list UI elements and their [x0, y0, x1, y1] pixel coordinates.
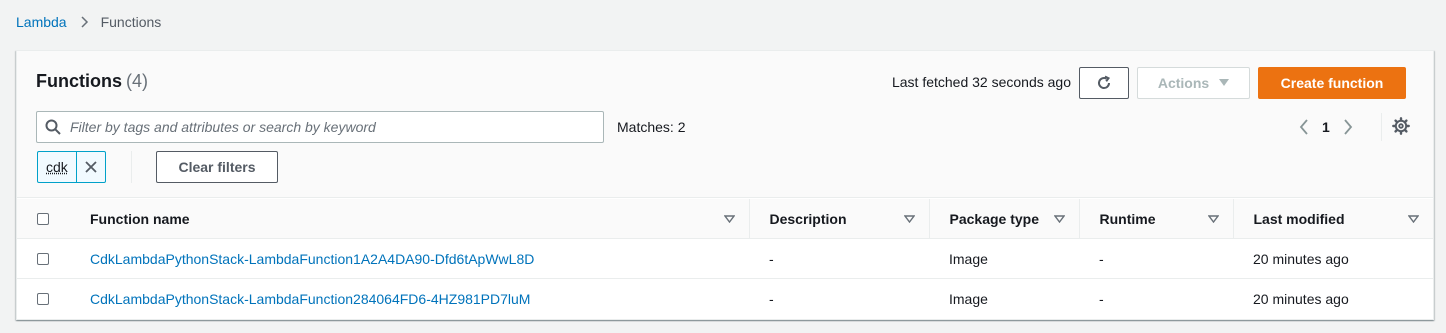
function-name-link[interactable]: CdkLambdaPythonStack-LambdaFunction1A2A4… — [90, 251, 534, 267]
sort-caret-icon — [723, 214, 735, 223]
table-row[interactable]: CdkLambdaPythonStack-LambdaFunction28406… — [17, 279, 1433, 319]
filter-search-box[interactable] — [36, 111, 604, 143]
select-all-cell — [17, 199, 70, 239]
current-page-number[interactable]: 1 — [1322, 119, 1330, 135]
sort-caret-icon — [903, 214, 915, 223]
filter-token: cdk — [37, 151, 106, 183]
column-header-function-name[interactable]: Function name — [70, 199, 750, 239]
create-function-button[interactable]: Create function — [1258, 67, 1406, 99]
refresh-icon — [1096, 75, 1112, 91]
column-header-package-type[interactable]: Package type — [929, 199, 1080, 239]
function-count: (4) — [126, 71, 148, 91]
last-modified-cell: 20 minutes ago — [1233, 238, 1433, 279]
filter-token-label[interactable]: cdk — [38, 152, 77, 182]
breadcrumb-lambda-link[interactable]: Lambda — [16, 14, 67, 30]
column-label: Package type — [949, 210, 1040, 227]
last-fetched-text: Last fetched 32 seconds ago — [891, 74, 1071, 90]
functions-table: Function name Description Package type R… — [17, 199, 1433, 319]
title-text: Functions — [36, 71, 122, 91]
chevron-right-icon — [81, 16, 89, 28]
gear-icon[interactable] — [1392, 117, 1410, 135]
table-header-row: Function name Description Package type R… — [17, 199, 1433, 239]
table-row[interactable]: CdkLambdaPythonStack-LambdaFunction1A2A4… — [17, 238, 1433, 279]
runtime-cell: - — [1099, 290, 1104, 307]
breadcrumb-current: Functions — [100, 14, 162, 30]
description-cell: - — [749, 238, 929, 279]
row-checkbox[interactable] — [37, 252, 49, 265]
column-header-runtime[interactable]: Runtime — [1079, 199, 1234, 239]
runtime-cell: - — [1079, 238, 1233, 279]
divider — [131, 151, 132, 183]
package-type-cell: Image — [949, 290, 988, 307]
previous-page-icon[interactable] — [1299, 119, 1309, 135]
functions-panel: Functions (4) Last fetched 32 seconds ago… — [16, 50, 1434, 320]
column-label: Last modified — [1253, 210, 1345, 227]
panel-header: Functions (4) Last fetched 32 seconds ago… — [17, 51, 1433, 198]
row-checkbox[interactable] — [37, 292, 49, 305]
select-all-checkbox[interactable] — [37, 212, 49, 225]
matches-count: Matches: 2 — [617, 119, 686, 135]
filter-search-input[interactable] — [70, 119, 570, 135]
column-header-description[interactable]: Description — [749, 199, 930, 239]
column-label: Function name — [90, 210, 190, 227]
actions-label: Actions — [1157, 75, 1210, 91]
description-cell: - — [769, 290, 774, 307]
column-label: Description — [769, 210, 847, 227]
sort-caret-icon — [1408, 214, 1419, 223]
caret-down-icon — [1219, 79, 1230, 87]
close-icon[interactable] — [77, 152, 105, 182]
refresh-button[interactable] — [1079, 67, 1129, 99]
next-page-icon[interactable] — [1343, 119, 1353, 135]
clear-filters-button[interactable]: Clear filters — [156, 151, 278, 183]
column-header-last-modified[interactable]: Last modified — [1233, 199, 1433, 239]
breadcrumb: Lambda Functions — [16, 13, 161, 31]
last-modified-cell: 20 minutes ago — [1253, 290, 1349, 307]
pagination: 1 — [1299, 117, 1353, 137]
package-type-cell: Image — [929, 238, 1079, 279]
sort-caret-icon — [1053, 214, 1065, 223]
search-icon — [45, 119, 61, 135]
actions-dropdown-button[interactable]: Actions — [1137, 67, 1250, 99]
column-label: Runtime — [1099, 210, 1156, 227]
function-name-link[interactable]: CdkLambdaPythonStack-LambdaFunction28406… — [90, 291, 530, 307]
sort-caret-icon — [1207, 214, 1219, 223]
divider — [1381, 113, 1382, 141]
page-title: Functions (4) — [36, 71, 148, 92]
